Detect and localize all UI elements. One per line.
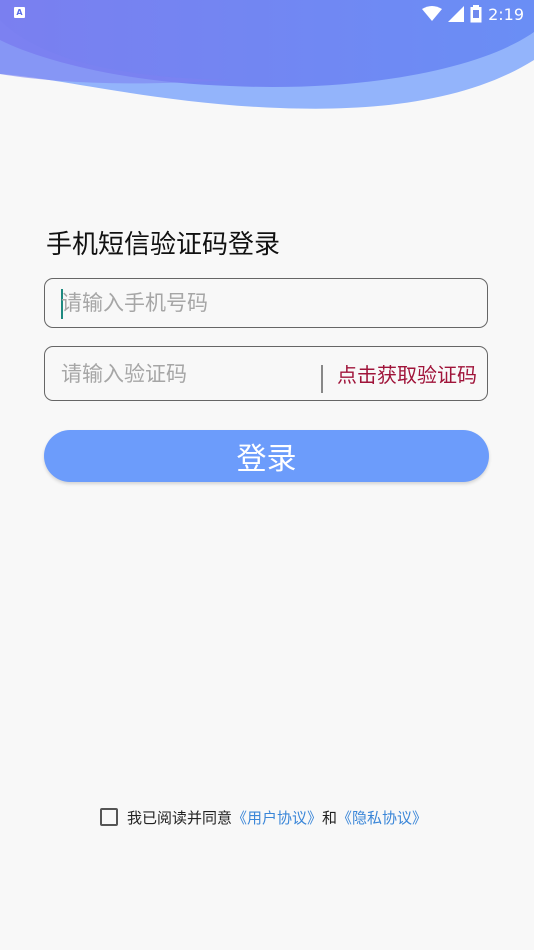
notification-badge: A [14,7,25,18]
agreement-row: 我已阅读并同意 《用户协议》 和 《隐私协议》 [100,806,427,828]
agreement-conjunction: 和 [322,808,338,827]
agreement-prefix: 我已阅读并同意 [127,808,233,827]
status-bar: A 2:19 [0,0,534,28]
privacy-policy-link[interactable]: 《隐私协议》 [337,807,427,828]
code-field[interactable]: 点击获取验证码 [44,346,488,401]
wifi-icon [422,6,443,21]
verification-code-input[interactable] [61,347,311,400]
signal-icon [448,6,465,22]
page-title: 手机短信验证码登录 [46,230,281,260]
get-code-button[interactable]: 点击获取验证码 [337,347,477,400]
user-agreement-link[interactable]: 《用户协议》 [232,807,322,828]
login-button[interactable]: 登录 [44,430,489,482]
phone-field[interactable] [44,278,488,328]
agreement-checkbox[interactable] [100,808,118,826]
clock: 2:19 [488,4,524,24]
field-divider [321,365,323,393]
battery-icon [470,5,482,23]
phone-input[interactable] [61,279,471,327]
